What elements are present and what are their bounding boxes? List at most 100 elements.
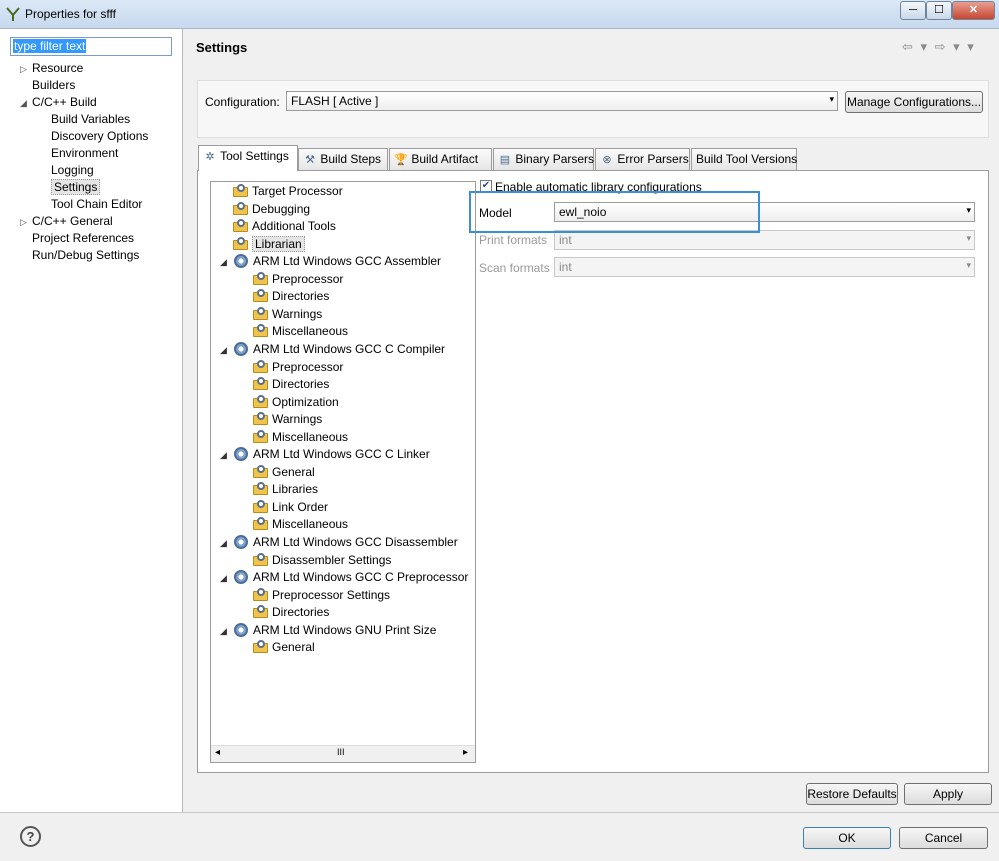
tree-item-label: Debugging [252, 201, 311, 216]
scroll-left-icon[interactable]: ◂ [215, 747, 220, 758]
tree-item[interactable]: Directories [253, 604, 329, 621]
tree-tool-node[interactable]: ◢ ARM Ltd Windows GNU Print Size [220, 622, 436, 639]
nav-item-settings[interactable]: Settings [20, 179, 148, 196]
tree-item[interactable]: Preprocessor [253, 271, 343, 288]
tree-item[interactable]: Target Processor [233, 183, 343, 200]
nav-item-label: Resource [32, 61, 84, 75]
expand-toggle-icon[interactable]: ▷ [20, 214, 32, 231]
tree-item-label: Directories [272, 377, 330, 392]
nav-item-label: Logging [51, 163, 94, 177]
scroll-right-icon[interactable]: ▸ [463, 747, 468, 758]
nav-item-discovery-options[interactable]: Discovery Options [20, 128, 148, 145]
scan-formats-select[interactable]: int ▾ [554, 257, 975, 277]
tab-binary-parsers[interactable]: ▤ Binary Parsers [493, 148, 594, 170]
tree-tool-node[interactable]: ◢ ARM Ltd Windows GCC C Linker [220, 446, 430, 463]
tree-item[interactable]: Warnings [253, 306, 322, 323]
tree-item-label: Miscellaneous [272, 517, 349, 532]
tool-settings-tree[interactable]: Target Processor Debugging Additional Tool… [210, 181, 476, 763]
tree-item[interactable]: Disassembler Settings [253, 552, 391, 569]
tree-item-label: Additional Tools [252, 219, 336, 234]
tree-item[interactable]: Link Order [253, 499, 328, 516]
tab-icon: ⚒ [305, 154, 315, 166]
nav-item-logging[interactable]: Logging [20, 162, 148, 179]
print-formats-value: int [559, 233, 572, 247]
tree-tool-node[interactable]: ◢ ARM Ltd Windows GCC Assembler [220, 253, 441, 270]
filter-input-text: type filter text [13, 39, 87, 53]
tree-item[interactable]: Directories [253, 288, 329, 305]
tab-error-parsers[interactable]: ⊗ Error Parsers [595, 148, 690, 170]
restore-defaults-button[interactable]: Restore Defaults [806, 783, 898, 805]
tab-build-steps[interactable]: ⚒ Build Steps [298, 148, 388, 170]
tab-build-tool-versions[interactable]: Build Tool Versions [691, 148, 797, 170]
collapse-triangle-icon[interactable]: ◢ [220, 570, 234, 587]
cancel-button[interactable]: Cancel [899, 827, 988, 849]
page-title: Settings [196, 40, 248, 55]
tree-item[interactable]: Miscellaneous [253, 323, 348, 340]
tree-item[interactable]: Librarian [233, 235, 305, 253]
expand-toggle-icon[interactable]: ▷ [20, 61, 32, 78]
tree-item-label: ARM Ltd Windows GNU Print Size [253, 622, 437, 637]
collapse-triangle-icon[interactable]: ◢ [220, 254, 234, 271]
tree-item-label: Directories [272, 289, 330, 304]
collapse-triangle-icon[interactable]: ◢ [220, 623, 234, 640]
tool-gear-icon [234, 535, 248, 549]
scan-formats-value: int [559, 260, 572, 274]
tree-tool-node[interactable]: ◢ ARM Ltd Windows GCC C Preprocessor [220, 569, 468, 586]
tab-build-artifact[interactable]: 🏆 Build Artifact [389, 148, 492, 170]
minimize-button[interactable]: ─ [900, 1, 926, 20]
bottom-divider [0, 812, 999, 813]
tree-item[interactable]: Miscellaneous [253, 516, 348, 533]
configuration-select[interactable]: FLASH [ Active ] ▾ [286, 91, 838, 111]
settings-folder-icon [253, 394, 268, 408]
print-formats-select[interactable]: int ▾ [554, 230, 975, 250]
ok-button[interactable]: OK [803, 827, 891, 849]
settings-folder-icon [253, 306, 268, 320]
collapse-triangle-icon[interactable]: ◢ [220, 447, 234, 464]
scroll-grip[interactable]: III [337, 747, 345, 757]
maximize-button[interactable]: ☐ [926, 1, 952, 20]
nav-item-builders[interactable]: Builders [20, 77, 148, 94]
tree-item[interactable]: Miscellaneous [253, 429, 348, 446]
tree-item[interactable]: Warnings [253, 411, 322, 428]
tree-item[interactable]: Preprocessor [253, 359, 343, 376]
tree-item[interactable]: Preprocessor Settings [253, 587, 390, 604]
close-button[interactable]: ✕ [952, 1, 995, 20]
tree-item-label: ARM Ltd Windows GCC C Compiler [253, 341, 446, 356]
nav-item-environment[interactable]: Environment [20, 145, 148, 162]
tree-item[interactable]: Libraries [253, 481, 318, 498]
tree-item[interactable]: Directories [253, 376, 329, 393]
settings-folder-icon [253, 605, 268, 619]
tab-tool-settings[interactable]: ✲ Tool Settings [198, 145, 298, 171]
tree-tool-node[interactable]: ◢ ARM Ltd Windows GCC C Compiler [220, 341, 445, 358]
tree-item[interactable]: Debugging [233, 201, 310, 218]
tab-label: Tool Settings [220, 149, 289, 163]
nav-item-project-references[interactable]: Project References [20, 230, 148, 247]
expand-toggle-icon[interactable]: ◢ [20, 95, 32, 112]
nav-item-resource[interactable]: ▷ Resource [20, 60, 148, 77]
tree-tool-node[interactable]: ◢ ARM Ltd Windows GCC Disassembler [220, 534, 458, 551]
nav-item-tool-chain-editor[interactable]: Tool Chain Editor [20, 196, 148, 213]
settings-folder-icon [253, 289, 268, 303]
collapse-triangle-icon[interactable]: ◢ [220, 342, 234, 359]
collapse-triangle-icon[interactable]: ◢ [220, 535, 234, 552]
apply-button[interactable]: Apply [904, 783, 992, 805]
manage-configurations-button[interactable]: Manage Configurations... [845, 91, 983, 113]
nav-item-c-c-build[interactable]: ◢ C/C++ Build [20, 94, 148, 111]
help-icon[interactable]: ? [20, 826, 41, 847]
filter-input[interactable]: type filter text [10, 37, 172, 56]
nav-item-build-variables[interactable]: Build Variables [20, 111, 148, 128]
tree-item-label: Link Order [272, 499, 329, 514]
tree-item[interactable]: General [253, 464, 315, 481]
nav-item-label: C/C++ General [32, 214, 113, 228]
title-bar: Properties for sfff ─ ☐ ✕ [0, 0, 999, 29]
tree-item-label: Warnings [272, 306, 323, 321]
tab-label: Build Tool Versions [696, 152, 798, 166]
tree-item[interactable]: General [253, 639, 315, 656]
tree-horizontal-scrollbar[interactable]: ◂ III ▸ [211, 745, 475, 762]
tool-gear-icon [234, 570, 248, 585]
tree-item[interactable]: Optimization [253, 394, 339, 411]
tree-item[interactable]: Additional Tools [233, 218, 336, 235]
nav-item-run-debug-settings[interactable]: Run/Debug Settings [20, 247, 148, 264]
nav-item-c-c-general[interactable]: ▷ C/C++ General [20, 213, 148, 230]
history-nav-arrows[interactable]: ⇦ ▾ ⇨ ▾ ▾ [902, 39, 976, 55]
